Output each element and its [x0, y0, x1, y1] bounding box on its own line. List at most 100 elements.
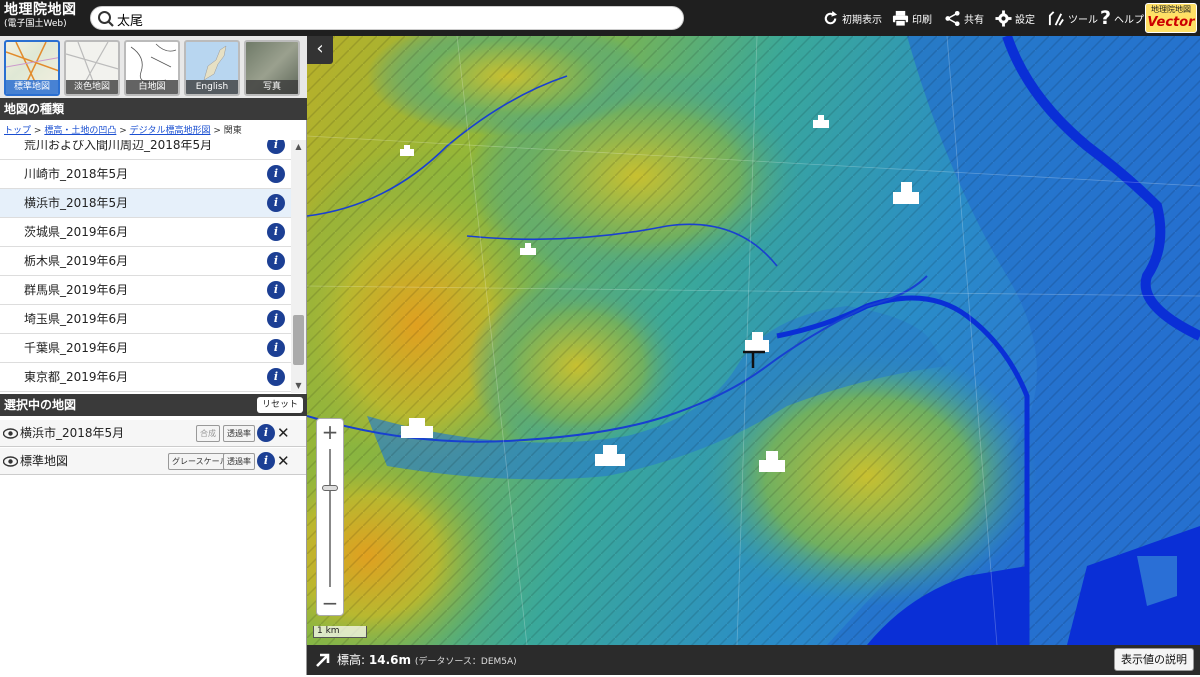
search-box: [90, 6, 684, 30]
opacity-button[interactable]: 透過率: [223, 453, 255, 470]
legend-explanation-button[interactable]: 表示値の説明: [1114, 648, 1194, 671]
info-icon[interactable]: i: [267, 140, 285, 154]
info-icon[interactable]: i: [267, 281, 285, 299]
breadcrumb-separator: >: [119, 126, 127, 136]
vector-badge[interactable]: 地理院地図 Vector: [1145, 3, 1197, 33]
share-label: 共有: [964, 14, 984, 26]
list-item[interactable]: 千葉県_2019年6月 i: [0, 334, 291, 363]
breadcrumb-current: 関東: [223, 126, 242, 136]
breadcrumb-separator: >: [33, 126, 42, 136]
breadcrumb-top-link[interactable]: トップ: [4, 126, 31, 136]
selected-map-row: 横浜市_2018年5月 合成 透過率 i ✕: [0, 420, 306, 447]
zoom-out-minus-icon[interactable]: −: [317, 591, 343, 615]
basemap-blank[interactable]: 白地図: [124, 40, 180, 96]
reset-view-button[interactable]: 初期表示: [822, 6, 882, 30]
collapse-sidebar-chevron-icon[interactable]: ‹: [307, 36, 333, 64]
reset-button[interactable]: リセット: [256, 397, 303, 413]
info-icon[interactable]: i: [267, 368, 285, 386]
breadcrumb-level2-link[interactable]: デジタル標高地形図: [130, 126, 211, 136]
english-map-thumbnail: [203, 45, 227, 81]
info-icon[interactable]: i: [267, 310, 285, 328]
composite-button[interactable]: 合成: [196, 425, 220, 442]
pale-map-thumbnail: [66, 42, 118, 85]
logo-subtitle: (電子国土Web): [4, 19, 67, 29]
list-item[interactable]: 栃木県_2019年6月 i: [0, 247, 291, 276]
app-logo[interactable]: 地理院地図 (電子国土Web): [4, 2, 86, 34]
question-icon: ?: [1100, 7, 1112, 29]
list-item[interactable]: 川崎市_2018年5月 i: [0, 160, 291, 189]
list-item[interactable]: 埼玉県_2019年6月 i: [0, 305, 291, 334]
map-canvas[interactable]: [307, 36, 1200, 645]
info-icon[interactable]: i: [257, 452, 275, 470]
logo-title: 地理院地図: [4, 2, 77, 18]
map-types-heading: 地図の種類: [0, 98, 307, 120]
list-item[interactable]: 東京都_2019年6月 i: [0, 363, 291, 392]
scale-bar: 1 km: [313, 626, 367, 638]
scroll-down-arrow-icon[interactable]: ▼: [291, 379, 306, 393]
basemap-standard[interactable]: 標準地図: [4, 40, 60, 96]
list-item-label: 群馬県_2019年6月: [24, 283, 129, 297]
list-item-label: 千葉県_2019年6月: [24, 341, 129, 355]
list-item[interactable]: 荒川および入間川周辺_2018年5月 i: [0, 140, 291, 160]
elevation-map: [307, 36, 1200, 645]
info-icon[interactable]: i: [257, 424, 275, 442]
scroll-thumb[interactable]: [293, 315, 304, 365]
selected-map-label: 標準地図: [20, 454, 69, 468]
list-item-label: 川崎市_2018年5月: [24, 167, 129, 181]
list-item-label: 栃木県_2019年6月: [24, 254, 129, 268]
info-icon[interactable]: i: [267, 165, 285, 183]
search-input[interactable]: [117, 9, 667, 29]
search-icon[interactable]: [97, 10, 115, 28]
basemap-label: 写真: [246, 80, 298, 94]
zoom-slider-handle[interactable]: [322, 485, 338, 491]
tools-button[interactable]: ツール: [1048, 6, 1098, 30]
help-label: ヘルプ: [1114, 14, 1145, 26]
basemap-photo[interactable]: 写真: [244, 40, 300, 96]
elevation-source: (データソース：DEM5A): [414, 657, 517, 667]
share-button[interactable]: 共有: [944, 6, 984, 30]
zoom-control: + −: [316, 418, 344, 616]
eye-icon[interactable]: [3, 428, 18, 439]
share-icon: [945, 10, 960, 26]
selected-maps-title: 選択中の地図: [4, 398, 77, 412]
elevation-value: 14.6m: [368, 653, 411, 667]
scroll-up-arrow-icon[interactable]: ▲: [291, 140, 306, 154]
standard-map-thumbnail: [6, 42, 58, 85]
printer-icon: [892, 10, 909, 27]
vector-badge-line2: Vector: [1147, 15, 1195, 30]
map-type-list: 荒川および入間川周辺_2018年5月 i 川崎市_2018年5月 i 横浜市_2…: [0, 140, 291, 393]
vector-badge-line1: 地理院地図: [1151, 5, 1191, 14]
selected-maps-heading: 選択中の地図 リセット: [0, 394, 307, 416]
breadcrumb-separator: >: [213, 126, 221, 136]
info-icon[interactable]: i: [267, 194, 285, 212]
close-icon[interactable]: ✕: [277, 420, 291, 447]
eye-icon[interactable]: [3, 456, 18, 467]
help-button[interactable]: ? ヘルプ: [1100, 6, 1144, 30]
list-item-label: 埼玉県_2019年6月: [24, 312, 129, 326]
zoom-slider-track[interactable]: [329, 449, 331, 587]
basemap-label: English: [186, 80, 238, 94]
close-icon[interactable]: ✕: [277, 448, 291, 475]
cursor-arrow-icon: [316, 653, 330, 667]
info-icon[interactable]: i: [267, 339, 285, 357]
status-bar: 標高: 14.6m (データソース：DEM5A) 表示値の説明: [307, 645, 1200, 675]
list-item[interactable]: 横浜市_2018年5月 i: [0, 189, 291, 218]
print-button[interactable]: 印刷: [892, 6, 932, 30]
info-icon[interactable]: i: [267, 252, 285, 270]
basemap-english[interactable]: English: [184, 40, 240, 96]
list-scrollbar[interactable]: ▲ ▼: [291, 140, 306, 393]
settings-button[interactable]: 設定: [995, 6, 1035, 30]
blank-map-thumbnail: [130, 43, 177, 83]
zoom-in-plus-icon[interactable]: +: [317, 420, 343, 444]
opacity-button[interactable]: 透過率: [223, 425, 255, 442]
list-item[interactable]: 茨城県_2019年6月 i: [0, 218, 291, 247]
top-toolbar: 地理院地図 (電子国土Web) 初期表示 印刷 共有 設定 ツール ? ヘルプ …: [0, 0, 1200, 36]
list-item[interactable]: 群馬県_2019年6月 i: [0, 276, 291, 305]
basemap-label: 白地図: [126, 80, 178, 94]
breadcrumb-level1-link[interactable]: 標高・土地の凹凸: [44, 126, 116, 136]
info-icon[interactable]: i: [267, 223, 285, 241]
breadcrumb: トップ > 標高・土地の凹凸 > デジタル標高地形図 > 関東: [0, 122, 307, 140]
selected-map-label: 横浜市_2018年5月: [20, 426, 125, 440]
list-item-label: 東京都_2019年6月: [24, 370, 129, 384]
basemap-pale[interactable]: 淡色地図: [64, 40, 120, 96]
